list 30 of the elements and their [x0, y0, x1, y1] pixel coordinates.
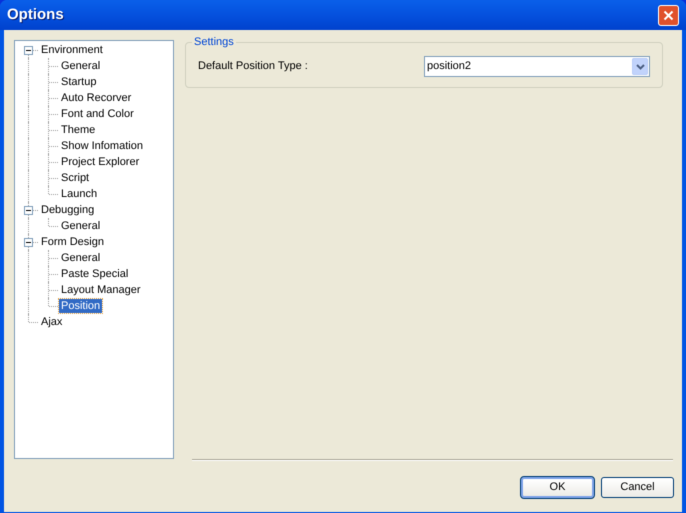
tree-item[interactable]: Project Explorer: [59, 155, 142, 169]
tree-item[interactable]: Startup: [59, 75, 98, 89]
cancel-button[interactable]: Cancel: [601, 477, 674, 498]
close-button[interactable]: [658, 4, 679, 26]
tree-item[interactable]: Theme: [59, 123, 98, 137]
group-title: Settings: [192, 36, 236, 49]
tree-item[interactable]: General: [59, 219, 102, 233]
position-type-dropdown[interactable]: position2: [424, 56, 650, 77]
tree-item[interactable]: Ajax: [39, 315, 64, 329]
ok-button[interactable]: OK: [521, 477, 594, 498]
collapse-icon[interactable]: [24, 206, 33, 215]
tree-item[interactable]: General: [59, 59, 102, 73]
tree-item[interactable]: Font and Color: [59, 107, 136, 121]
tree-item[interactable]: Auto Recorver: [59, 91, 134, 105]
tree-item[interactable]: Show Infomation: [59, 139, 145, 153]
tree-item[interactable]: Layout Manager: [59, 283, 142, 297]
collapse-icon[interactable]: [24, 46, 33, 55]
tree-item[interactable]: Paste Special: [59, 267, 130, 281]
tree-item[interactable]: Form Design: [39, 235, 106, 249]
tree-item[interactable]: Launch: [59, 187, 100, 201]
window-title: Options: [7, 4, 65, 25]
tree-item[interactable]: Debugging: [39, 203, 96, 217]
tree-item[interactable]: Environment: [39, 43, 105, 57]
tree-item[interactable]: Position: [59, 299, 102, 313]
tree-item[interactable]: Script: [59, 171, 92, 185]
dropdown-value: position2: [427, 59, 472, 74]
tree-item[interactable]: General: [59, 251, 102, 265]
field-label: Default Position Type :: [198, 59, 309, 74]
close-icon: [663, 10, 674, 20]
collapse-icon[interactable]: [24, 238, 33, 247]
